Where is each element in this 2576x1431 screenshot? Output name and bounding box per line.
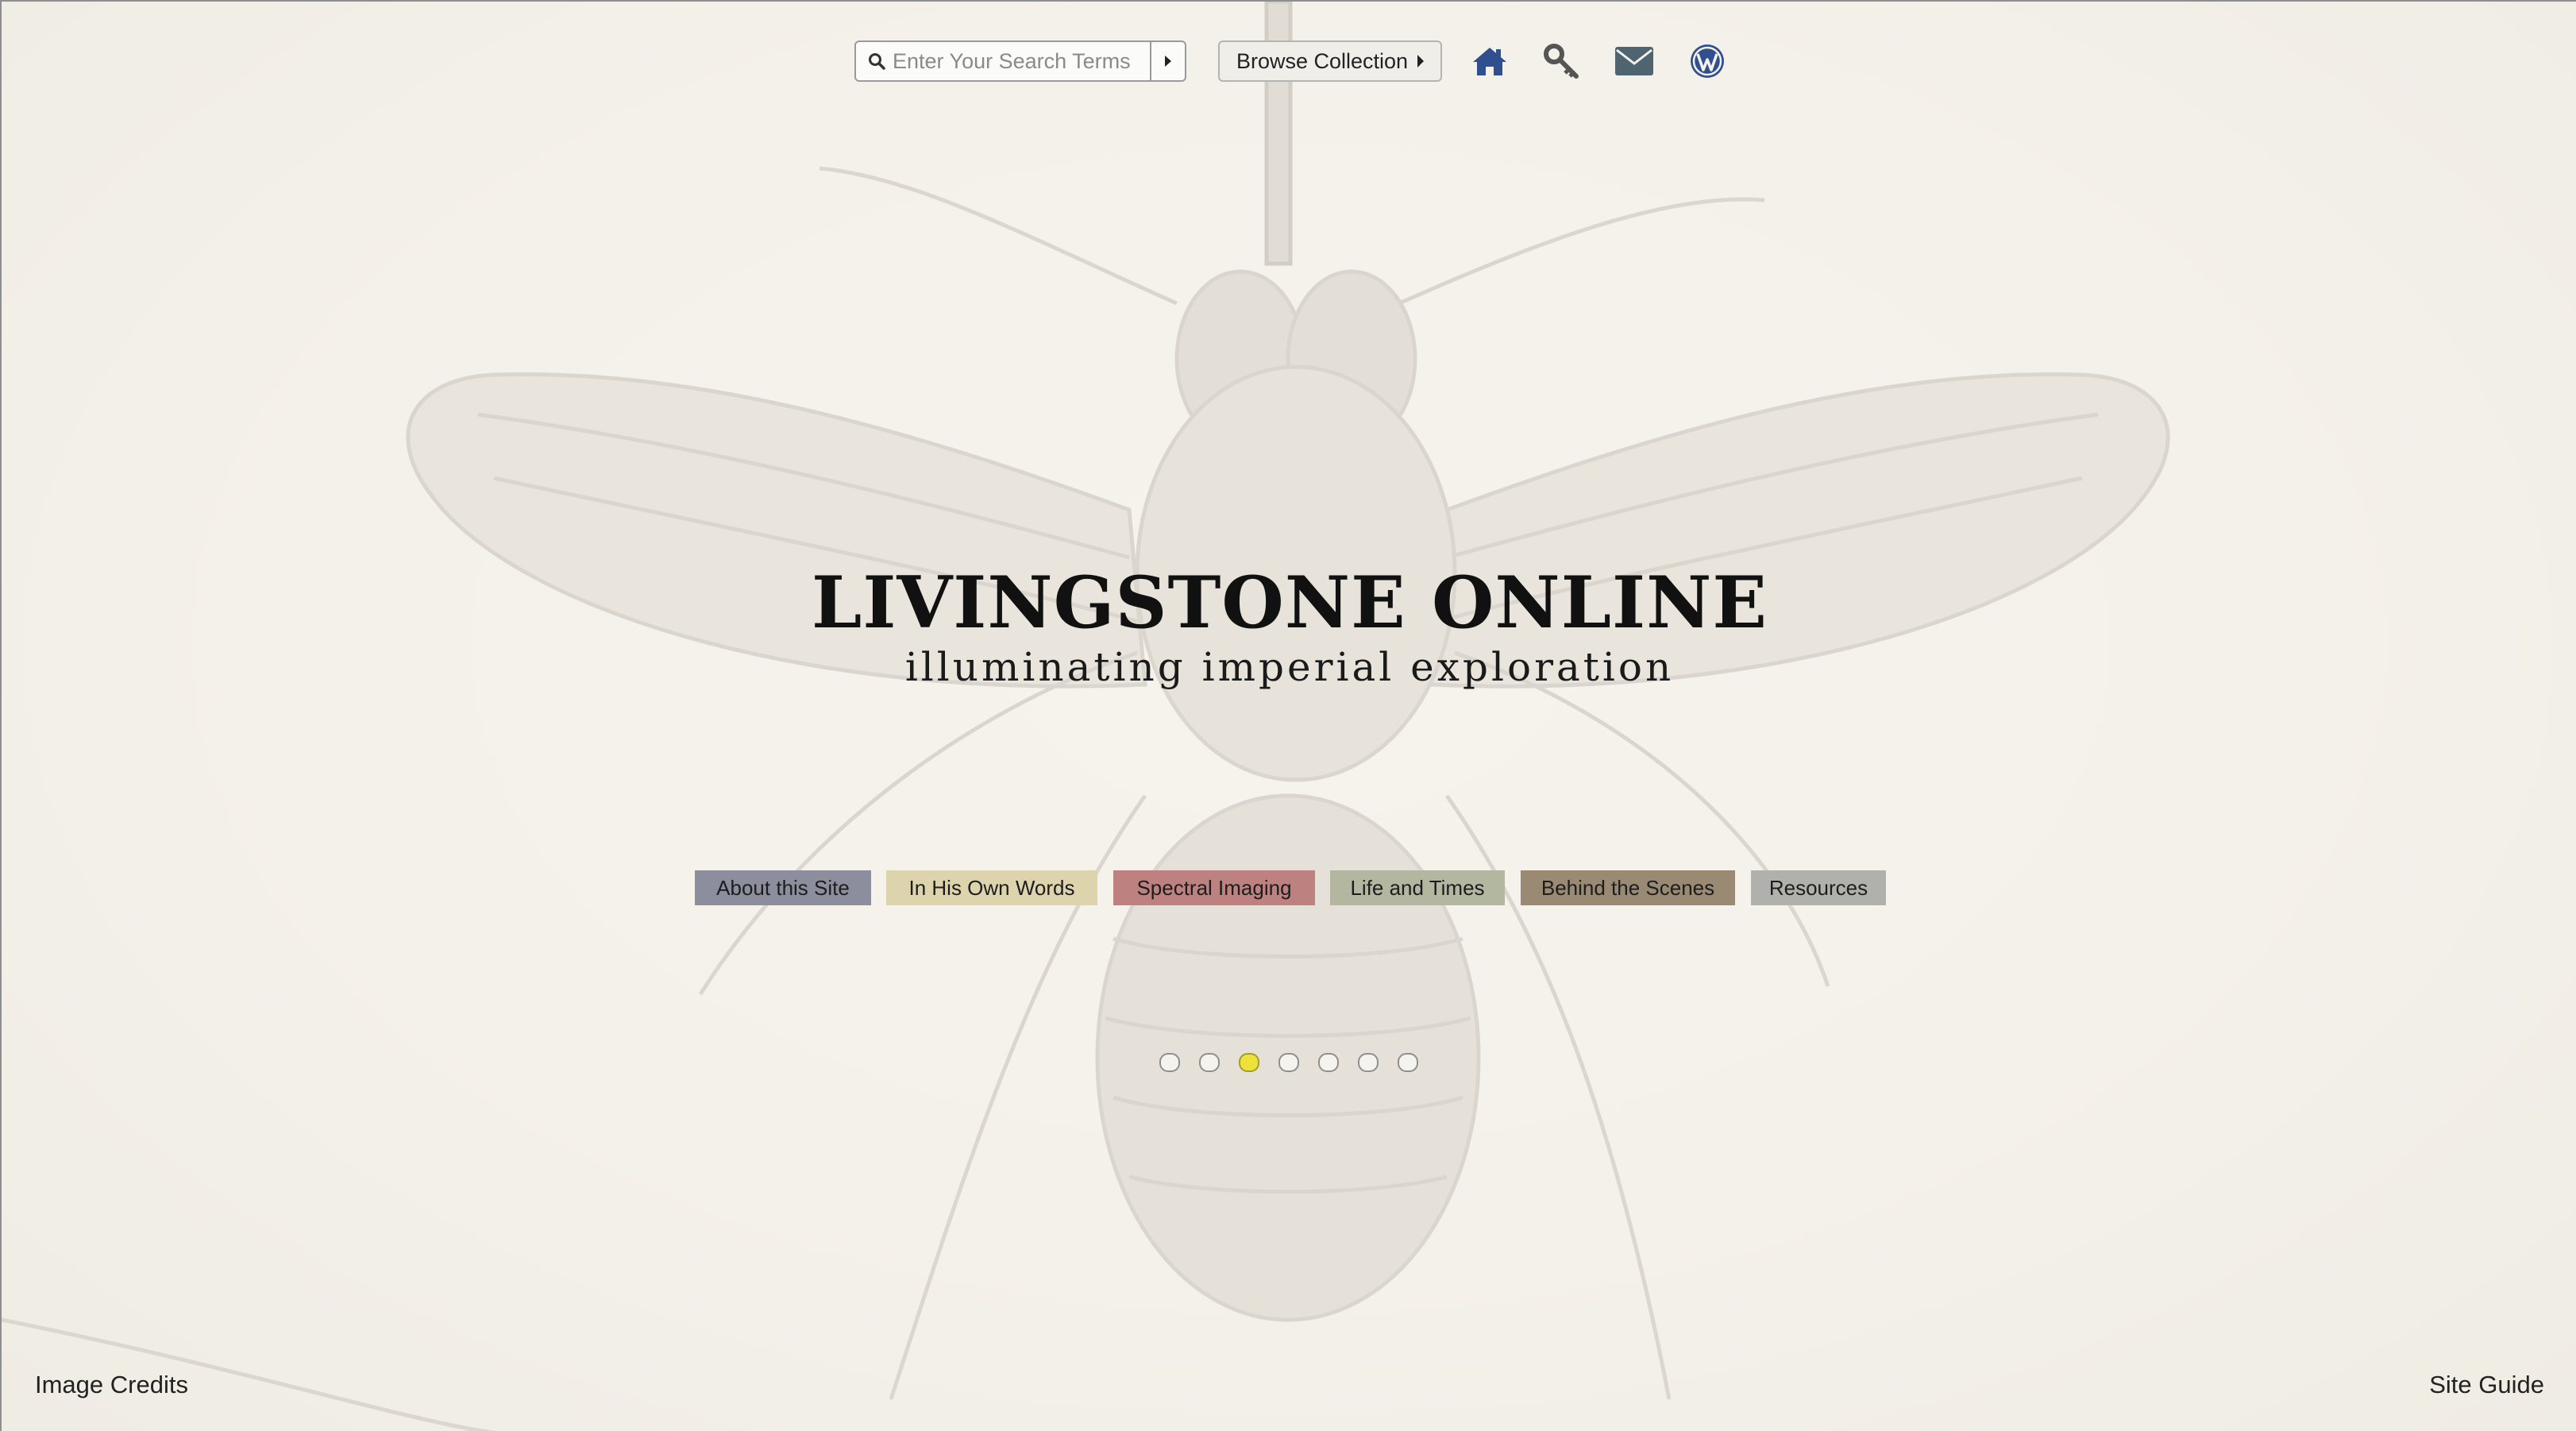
- menu-behind-the-scenes[interactable]: Behind the Scenes: [1521, 870, 1735, 905]
- fly-engraving-background: [2, 2, 2170, 1431]
- menu-about-this-site[interactable]: About this Site: [695, 870, 871, 905]
- carousel-dot[interactable]: [1199, 1053, 1220, 1072]
- caret-right-icon: [1417, 55, 1425, 68]
- menu-life-and-times[interactable]: Life and Times: [1330, 870, 1505, 905]
- carousel-dot[interactable]: [1318, 1053, 1339, 1072]
- carousel-dot[interactable]: [1159, 1053, 1180, 1072]
- menu-spectral-imaging[interactable]: Spectral Imaging: [1113, 870, 1315, 905]
- wordpress-icon[interactable]: [1685, 40, 1730, 83]
- carousel-dot[interactable]: [1398, 1053, 1418, 1072]
- main-menu: About this Site In His Own Words Spectra…: [2, 870, 2576, 905]
- carousel-dot[interactable]: [1358, 1053, 1379, 1072]
- site-guide-link[interactable]: Site Guide: [2429, 1371, 2544, 1399]
- site-title: LIVINGSTONE ONLINE: [812, 561, 1768, 645]
- menu-resources[interactable]: Resources: [1751, 870, 1886, 905]
- browse-collection-button[interactable]: Browse Collection: [1218, 40, 1442, 82]
- carousel-dot[interactable]: [1278, 1053, 1299, 1072]
- image-credits-link[interactable]: Image Credits: [35, 1371, 188, 1399]
- home-icon[interactable]: [1467, 40, 1512, 83]
- menu-in-his-own-words[interactable]: In His Own Words: [886, 870, 1097, 905]
- key-icon[interactable]: [1539, 40, 1583, 83]
- search-box: [854, 40, 1186, 82]
- search-input[interactable]: [893, 44, 1145, 79]
- page: Browse Collection LIVINGSTONE: [0, 0, 2576, 1431]
- search-submit-button[interactable]: [1150, 42, 1185, 80]
- search-icon: [861, 42, 893, 80]
- site-subtitle: illuminating imperial exploration: [904, 644, 1675, 690]
- envelope-icon[interactable]: [1612, 40, 1656, 83]
- caret-right-icon: [1165, 56, 1171, 67]
- browse-collection-label: Browse Collection: [1236, 48, 1409, 73]
- carousel-dot-active[interactable]: [1239, 1053, 1259, 1072]
